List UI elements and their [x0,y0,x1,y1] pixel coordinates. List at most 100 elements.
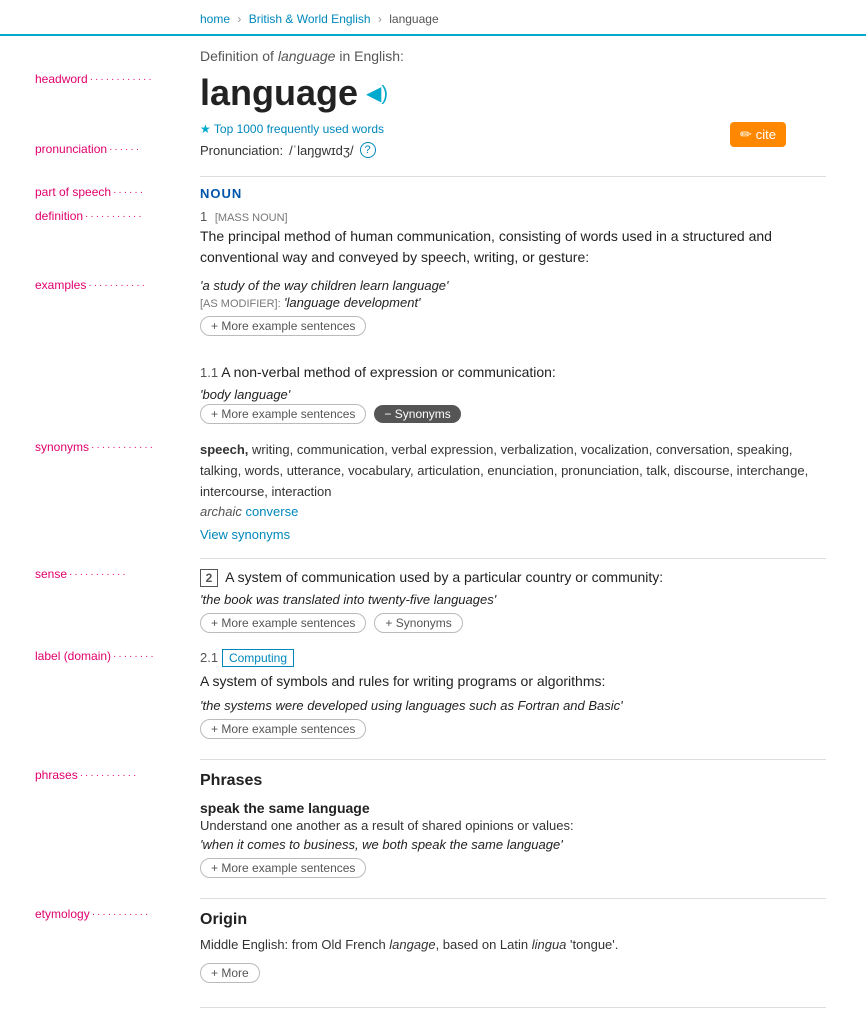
dots8: ········ [113,651,156,662]
phrase-more-btn[interactable]: + More example sentences [200,858,366,878]
pos-label: part of speech······ [35,185,145,199]
sense2-synonyms-btn[interactable]: + Synonyms [374,613,462,633]
phrases-content: Phrases speak the same language Understa… [200,768,826,890]
pronunciation-label-text: Pronunciation: [200,143,283,158]
synonyms-list: speech, writing, communication, verbal e… [200,440,826,523]
domain-btns-row: + More example sentences [200,719,826,743]
subdef11-label-spacer: · [35,352,39,366]
subdef11-number: 1.1 [200,365,218,380]
origin-text: Middle English: from Old French langage,… [200,935,826,955]
modifier-row: [AS MODIFIER]: 'language development' [200,295,826,310]
view-synonyms-link[interactable]: View synonyms [200,527,826,542]
sense-label: sense··········· [35,567,128,581]
intro-text: Definition of [200,48,278,64]
speaker-icon[interactable]: ◀) [366,81,388,106]
origin-lingua: lingua [532,937,567,952]
help-icon[interactable]: ? [360,142,376,158]
phrases-label: phrases··········· [35,768,138,782]
synonyms-section: synonyms············ speech, writing, co… [200,440,826,550]
breadcrumb-sep2: › [378,12,382,26]
domain-label: label (domain)········ [35,649,156,663]
etymology-content: Origin Middle English: from Old French l… [200,907,826,995]
domain-row: 2.1 Computing [200,649,826,667]
definition-intro: Definition of language in English: [200,48,826,64]
synonyms-first: speech, [200,442,248,457]
dots5: ··········· [88,280,147,291]
phrase-example-0: 'when it comes to business, we both spea… [200,837,826,852]
definition1-section: definition··········· 1 [MASS NOUN] The … [200,209,826,274]
domain-example: 'the systems were developed using langua… [200,698,826,713]
definition1-content: 1 [MASS NOUN] The principal method of hu… [200,209,826,274]
domain-content: 2.1 Computing A system of symbols and ru… [200,649,826,751]
examples1-section: examples··········· 'a study of the way … [200,278,826,348]
pos-content: NOUN [200,185,826,201]
modifier-tag: [AS MODIFIER]: [200,298,281,310]
more-examples-11-btn[interactable]: + More example sentences [200,404,366,424]
origin-heading: Origin [200,907,826,929]
headword-content: language ◀) [200,72,826,118]
page-wrapper: home › British & World English › languag… [0,0,866,1028]
domain-more-btn[interactable]: + More example sentences [200,719,366,739]
headword-label: headword············ [35,72,154,86]
def1-number: 1 [MASS NOUN] [200,209,826,224]
sense2-content: 2 A system of communication used by a pa… [200,567,826,645]
origin-btns-row: + More [200,963,826,987]
pronunciation-content: Pronunciation: /ˈlaŋɡwɪdʒ/ ? [200,142,826,168]
origin-part2: , based on Latin [436,937,532,952]
phrase-btns-row: + More example sentences [200,858,826,882]
origin-langage: langage [389,937,435,952]
main-content: Definition of language in English: headw… [0,36,866,1028]
breadcrumb: home › British & World English › languag… [200,12,439,26]
origin-more-btn[interactable]: + More [200,963,260,983]
archaic-word-link[interactable]: converse [246,504,299,519]
phrases-section: phrases··········· Phrases speak the sam… [200,768,826,890]
pronunciation-label: pronunciation······ [35,142,141,156]
divider-5 [200,1007,826,1008]
breadcrumb-section[interactable]: British & World English [249,12,371,26]
synonyms-words: writing, communication, verbal expressio… [200,442,808,499]
divider-3 [200,759,826,760]
example1-text: 'a study of the way children learn langu… [200,278,826,293]
etymology-section: etymology··········· Origin Middle Engli… [200,907,826,995]
top1000-content: ★ Top 1000 frequently used words [200,122,826,140]
sense2-more-btn[interactable]: + More example sentences [200,613,366,633]
headword-row: language ◀) [200,72,826,114]
pos-section: part of speech······ NOUN [200,185,826,201]
modifier-example: 'language development' [284,295,421,310]
headword-text: language [200,72,358,114]
dots10: ··········· [92,909,151,920]
domain-def-text: A system of symbols and rules for writin… [200,671,826,692]
subdef11-btns-row: + More example sentences − Synonyms [200,404,826,428]
sense2-btns-row: + More example sentences + Synonyms [200,613,826,637]
pronunciation-row: Pronunciation: /ˈlaŋɡwɪdʒ/ ? [200,142,826,158]
origin-part3: 'tongue'. [566,937,618,952]
origin-part1: Middle English: from Old French [200,937,389,952]
intro-word: language [278,48,336,64]
top1000-label-spacer: · [35,122,39,136]
divider-2 [200,558,826,559]
sense2-section: sense··········· 2 A system of communica… [200,567,826,645]
divider-1 [200,176,826,177]
top1000-row: ★ Top 1000 frequently used words [200,122,826,136]
synonyms-toggle-btn[interactable]: − Synonyms [374,405,460,423]
mass-noun-tag: [MASS NOUN] [215,212,288,224]
domain-section: label (domain)········ 2.1 Computing A s… [200,649,826,751]
star-icon: ★ [200,122,211,136]
phrase-title-0: speak the same language [200,800,826,816]
synonyms-content: speech, writing, communication, verbal e… [200,440,826,550]
top1000-link[interactable]: Top 1000 frequently used words [214,122,384,136]
etymology-label: etymology··········· [35,907,150,921]
sense2-text: A system of communication used by a part… [225,569,663,585]
phrase-def-0: Understand one another as a result of sh… [200,818,826,833]
top1000-section: · ★ Top 1000 frequently used words [200,122,826,140]
dots2: ······ [109,144,141,155]
sense2-example: 'the book was translated into twenty-fiv… [200,592,826,607]
more-examples-1-btn[interactable]: + More example sentences [200,316,366,336]
definition-label: definition··········· [35,209,144,223]
sense2-badge: 2 [200,569,218,587]
dots6: ············ [91,442,155,453]
pos-text: NOUN [200,186,242,201]
dots4: ··········· [85,211,144,222]
breadcrumb-home[interactable]: home [200,12,230,26]
computing-domain-label: Computing [222,649,294,667]
